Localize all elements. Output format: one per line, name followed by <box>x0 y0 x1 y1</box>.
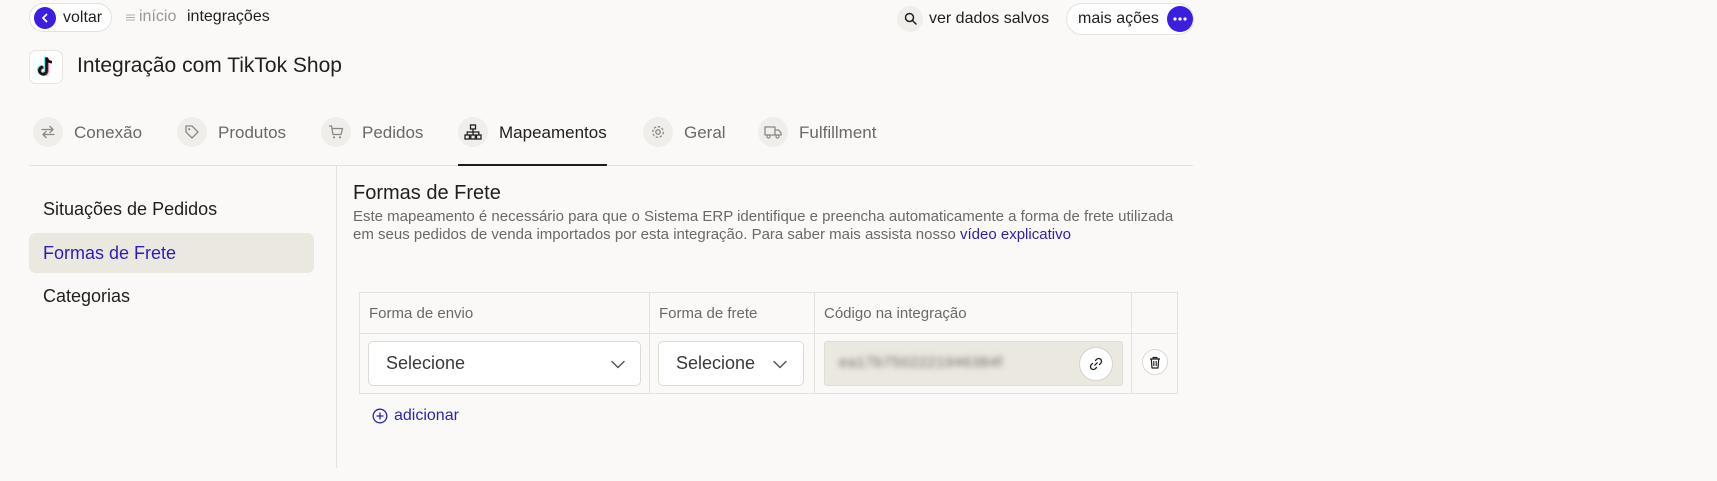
gear-icon <box>643 117 673 147</box>
link-button[interactable] <box>1079 347 1113 381</box>
tab-geral[interactable]: Geral <box>643 115 726 166</box>
plus-circle-icon <box>372 408 388 424</box>
column-header-actions <box>1132 293 1177 334</box>
back-label: voltar <box>63 8 103 26</box>
tab-label: Conexão <box>74 123 143 142</box>
vertical-divider <box>336 166 337 468</box>
tab-produtos[interactable]: Produtos <box>177 115 286 166</box>
cart-icon <box>321 117 351 147</box>
sidebar-item-formas-de-frete[interactable]: Formas de Frete <box>29 233 314 273</box>
tab-pedidos[interactable]: Pedidos <box>321 115 423 166</box>
page-title: Integração com TikTok Shop <box>77 54 342 77</box>
tab-label: Geral <box>684 123 726 142</box>
column-header-codigo-na-integracao: Código na integração <box>815 293 1132 334</box>
tag-icon <box>177 117 207 147</box>
arrows-swap-icon <box>33 117 63 147</box>
select-value: Selecione <box>386 353 466 373</box>
sidebar-item-label: Categorias <box>43 285 131 306</box>
truck-icon <box>758 117 788 147</box>
select-value: Selecione <box>676 353 756 373</box>
breadcrumb-home[interactable]: início <box>126 8 176 26</box>
breadcrumb-current-label: integrações <box>187 8 270 25</box>
video-link[interactable]: vídeo explicativo <box>960 226 1071 243</box>
integration-code-field[interactable]: ea17b7502221946384f <box>824 341 1123 386</box>
breadcrumb-current: integrações <box>187 8 270 26</box>
trash-icon <box>1150 356 1160 369</box>
more-actions-button[interactable]: mais ações <box>1066 3 1194 35</box>
sidebar-item-situacoes-de-pedidos[interactable]: Situações de Pedidos <box>29 189 314 229</box>
shipping-mapping-table: Forma de envio Forma de frete Código na … <box>359 292 1178 394</box>
sidebar-item-label: Situações de Pedidos <box>43 198 218 219</box>
tab-mapeamentos[interactable]: Mapeamentos <box>458 115 607 166</box>
tab-label: Pedidos <box>362 123 424 142</box>
section-description: Este mapeamento é necessário para que o … <box>353 208 1188 244</box>
column-header-forma-de-frete: Forma de frete <box>650 293 815 334</box>
table-cell: ea17b7502221946384f <box>815 334 1132 393</box>
tiktok-logo-icon <box>29 50 63 84</box>
breadcrumb-home-label: início <box>139 8 177 25</box>
delete-row-button[interactable] <box>1142 349 1168 375</box>
forma-de-frete-select[interactable]: Selecione <box>658 341 804 386</box>
more-dots-icon <box>1166 6 1193 32</box>
add-row-button[interactable]: adicionar <box>372 407 459 425</box>
sidebar-item-label: Formas de Frete <box>43 242 177 263</box>
chevron-down-icon <box>773 360 787 369</box>
table-row: Selecione <box>360 334 650 393</box>
integration-code-value: ea17b7502221946384f <box>839 354 1003 371</box>
add-row-label: adicionar <box>394 407 459 424</box>
tab-label: Fulfillment <box>799 123 877 142</box>
tab-conexao[interactable]: Conexão <box>33 115 142 166</box>
column-header-forma-de-envio: Forma de envio <box>360 293 650 334</box>
tab-fulfillment[interactable]: Fulfillment <box>758 115 876 166</box>
tab-label: Mapeamentos <box>499 123 607 142</box>
section-title: Formas de Frete <box>353 182 501 204</box>
menu-lines-icon <box>126 14 135 20</box>
chevron-down-icon <box>611 360 625 369</box>
link-icon <box>1089 357 1103 371</box>
view-saved-data-button[interactable]: ver dados salvos <box>897 5 1049 32</box>
table-cell <box>1132 334 1177 393</box>
view-saved-label: ver dados salvos <box>929 9 1050 27</box>
tab-bar: Conexão Produtos Pedidos Mapeamentos Ger… <box>29 115 1193 166</box>
table-cell: Selecione <box>650 334 815 393</box>
hierarchy-icon <box>458 117 488 147</box>
back-button[interactable]: voltar <box>29 3 112 32</box>
search-icon <box>897 5 923 32</box>
chevron-left-icon <box>34 6 56 29</box>
more-actions-label: mais ações <box>1078 10 1159 27</box>
sidebar-item-categorias[interactable]: Categorias <box>29 276 314 316</box>
tab-label: Produtos <box>218 123 287 142</box>
forma-de-envio-select[interactable]: Selecione <box>368 341 641 386</box>
